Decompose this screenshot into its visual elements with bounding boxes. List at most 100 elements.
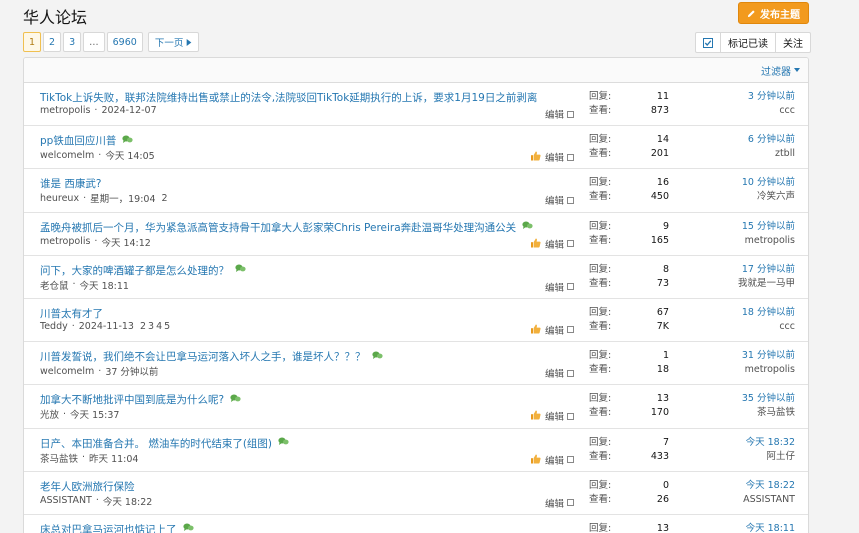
- thread-edit-control[interactable]: 编辑: [545, 323, 575, 337]
- thread-author-link[interactable]: Teddy: [40, 321, 68, 332]
- thread-edit-control[interactable]: 编辑: [545, 453, 575, 467]
- thread-title-link[interactable]: 床总对巴拿马运河也惦记上了: [40, 522, 177, 533]
- thread-title-link[interactable]: 老年人欧洲旅行保险: [40, 479, 135, 494]
- last-post-user-link[interactable]: 我就是一马甲: [738, 278, 795, 289]
- thread-author-link[interactable]: heureux: [40, 193, 79, 204]
- thread-author-link[interactable]: 茶马盐铁: [40, 451, 78, 465]
- thread-edit-control[interactable]: 编辑: [545, 366, 575, 380]
- select-threads-button[interactable]: [696, 33, 720, 52]
- thread-author-link[interactable]: metropolis: [40, 105, 90, 116]
- thread-title-link[interactable]: pp铁血回应川普: [40, 133, 116, 148]
- thumbs-up-icon: [530, 324, 541, 337]
- thumbs-up-icon: [530, 151, 541, 164]
- thread-row[interactable]: 孟晚舟被抓后一个月，华为紧急派高管支持骨干加拿大人彭家荣Chris Pereir…: [24, 213, 808, 256]
- thread-page-link[interactable]: 4: [156, 321, 162, 332]
- thread-row[interactable]: 加拿大不断地批评中国到底是为什么呢? 光放 · 今天 15:37 编辑 回复: 13 查看: 1…: [24, 385, 808, 429]
- thread-page-link[interactable]: 3: [148, 321, 154, 332]
- last-post-time-link[interactable]: 35 分钟以前: [742, 393, 795, 404]
- last-post-user-link[interactable]: ccc: [779, 105, 795, 116]
- last-post-user-link[interactable]: ASSISTANT: [743, 494, 795, 505]
- thread-row[interactable]: 老年人欧洲旅行保险 ASSISTANT · 今天 18:22 编辑 回复: 0 查看: 26 今天…: [24, 472, 808, 515]
- last-post-time-link[interactable]: 15 分钟以前: [742, 221, 795, 232]
- last-post-user-link[interactable]: ccc: [779, 321, 795, 332]
- thread-author-link[interactable]: metropolis: [40, 236, 90, 247]
- last-post-time-link[interactable]: 18 分钟以前: [742, 307, 795, 318]
- page-link[interactable]: 1: [23, 32, 42, 52]
- thread-title-link[interactable]: TikTok上诉失败，联邦法院维持出售或禁止的法令,法院驳回TikTok延期执行…: [40, 90, 537, 105]
- thread-title-link[interactable]: 谁是 西康武?: [40, 176, 101, 191]
- thread-title-link[interactable]: 加拿大不断地批评中国到底是为什么呢?: [40, 392, 224, 407]
- thread-row[interactable]: 问下，大家的啤酒罐子都是怎么处理的？ 老仓鼠 · 今天 18:11 编辑 回复: 8 查看: 7…: [24, 256, 808, 299]
- mark-read-button[interactable]: 标记已读: [720, 33, 775, 52]
- thread-row[interactable]: 日产、本田准备合并。 燃油车的时代结束了(组图) 茶马盐铁 · 昨天 11:04 编辑 回…: [24, 429, 808, 472]
- last-post-user-link[interactable]: 茶马盐铁: [757, 407, 795, 418]
- next-page-button[interactable]: 下一页: [147, 32, 200, 52]
- last-post-time-link[interactable]: 今天 18:11: [746, 523, 795, 533]
- thread-page-link[interactable]: 2: [140, 321, 146, 332]
- thread-edit-control[interactable]: 编辑: [545, 237, 575, 251]
- select-thread-checkbox[interactable]: [567, 326, 575, 334]
- thread-edit-control[interactable]: 编辑: [545, 496, 575, 510]
- select-thread-checkbox[interactable]: [567, 153, 575, 161]
- thread-row[interactable]: pp铁血回应川普 welcomelm · 今天 14:05 编辑 回复: 14 查看: 201 6…: [24, 126, 808, 170]
- thread-row[interactable]: 谁是 西康武? heureux · 星期一，19:04 2 编辑 回复: 16 查看: 450 10…: [24, 169, 808, 213]
- select-thread-checkbox[interactable]: [567, 110, 575, 118]
- last-post-time-link[interactable]: 今天 18:22: [746, 480, 795, 491]
- thread-edit-control[interactable]: 编辑: [545, 193, 575, 207]
- select-thread-checkbox[interactable]: [567, 499, 575, 507]
- last-post-time-link[interactable]: 3 分钟以前: [748, 91, 795, 102]
- last-post-time-link[interactable]: 今天 18:32: [746, 437, 795, 448]
- post-thread-button[interactable]: 发布主题: [738, 2, 809, 24]
- thread-page-links: 2: [162, 193, 168, 204]
- thread-title-link[interactable]: 川普太有才了: [40, 306, 103, 321]
- last-post-user-link[interactable]: metropolis: [745, 235, 795, 246]
- last-post-time-link[interactable]: 31 分钟以前: [742, 350, 795, 361]
- replies-label: 回复:: [589, 134, 612, 146]
- meta-separator: ·: [98, 149, 102, 161]
- thread-title-link[interactable]: 日产、本田准备合并。 燃油车的时代结束了(组图): [40, 436, 272, 451]
- thread-author-link[interactable]: 光放: [40, 407, 59, 421]
- thread-author-link[interactable]: 老仓鼠: [40, 278, 69, 292]
- thread-title-line: 日产、本田准备合并。 燃油车的时代结束了(组图): [40, 436, 289, 451]
- last-post-time-link[interactable]: 10 分钟以前: [742, 177, 795, 188]
- last-post-time-link[interactable]: 6 分钟以前: [748, 134, 795, 145]
- select-thread-checkbox[interactable]: [567, 196, 575, 204]
- thread-row[interactable]: 川普太有才了 Teddy · 2024-11-13 2 3 4 5 编辑 回复: 67 查看: 7K 18…: [24, 299, 808, 343]
- thread-edit-control[interactable]: 编辑: [545, 107, 575, 121]
- thread-author-link[interactable]: welcomelm: [40, 150, 94, 161]
- edit-label: 编辑: [545, 412, 565, 424]
- thread-author-link[interactable]: ASSISTANT: [40, 495, 92, 506]
- select-thread-checkbox[interactable]: [567, 369, 575, 377]
- thread-title-link[interactable]: 问下，大家的啤酒罐子都是怎么处理的？: [40, 263, 229, 278]
- thread-title-link[interactable]: 川普发誓说，我们绝不会让巴拿马运河落入坏人之手，谁是坏人？？？: [40, 349, 366, 364]
- last-post-user-link[interactable]: 冷笑六声: [757, 191, 795, 202]
- last-post-time-link[interactable]: 17 分钟以前: [742, 264, 795, 275]
- thumbs-up-icon: [530, 410, 541, 423]
- thread-row[interactable]: 川普发誓说，我们绝不会让巴拿马运河落入坏人之手，谁是坏人？？？ welcomelm…: [24, 342, 808, 386]
- follow-button[interactable]: 关注: [775, 33, 810, 52]
- thread-edit-control[interactable]: 编辑: [545, 150, 575, 164]
- thread-row[interactable]: 床总对巴拿马运河也惦记上了 回复: 13 今天 18:11: [24, 515, 808, 533]
- thread-page-link[interactable]: 5: [164, 321, 170, 332]
- filter-dropdown[interactable]: 过滤器: [761, 63, 800, 78]
- replies-stat: 回复: 14: [589, 133, 669, 147]
- thread-row[interactable]: TikTok上诉失败，联邦法院维持出售或禁止的法令,法院驳回TikTok延期执行…: [24, 83, 808, 127]
- select-thread-checkbox[interactable]: [567, 456, 575, 463]
- thread-edit-control[interactable]: 编辑: [545, 280, 575, 294]
- last-post-user-link[interactable]: ztbll: [775, 148, 795, 159]
- thread-title-link[interactable]: 孟晚舟被抓后一个月，华为紧急派高管支持骨干加拿大人彭家荣Chris Pereir…: [40, 220, 516, 235]
- thread-edit-control[interactable]: 编辑: [545, 409, 575, 424]
- page-link[interactable]: 2: [43, 32, 62, 52]
- last-post-user-link[interactable]: 阿土仔: [766, 451, 795, 462]
- thread-page-link[interactable]: 2: [162, 193, 168, 204]
- select-thread-checkbox[interactable]: [567, 412, 575, 420]
- select-thread-checkbox[interactable]: [567, 283, 575, 291]
- thread-list: 过滤器 TikTok上诉失败，联邦法院维持出售或禁止的法令,法院驳回TikTok…: [23, 57, 809, 533]
- thread-author-link[interactable]: welcomelm: [40, 366, 94, 377]
- meta-separator: ·: [63, 408, 67, 420]
- views-label: 查看:: [589, 277, 612, 289]
- last-post-user-link[interactable]: metropolis: [745, 364, 795, 375]
- page-link[interactable]: 3: [63, 32, 82, 52]
- page-link[interactable]: 6960: [106, 32, 143, 52]
- select-thread-checkbox[interactable]: [567, 240, 575, 248]
